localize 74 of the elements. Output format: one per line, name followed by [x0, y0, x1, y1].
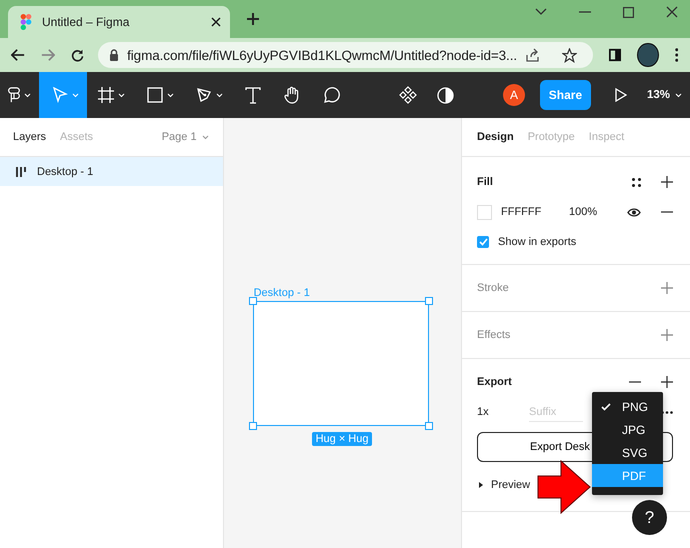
format-label: PDF: [622, 468, 646, 482]
play-icon[interactable]: [614, 88, 627, 102]
format-option[interactable]: SVG: [592, 441, 663, 464]
chevron-down-icon: [202, 134, 209, 140]
layer-name: Desktop - 1: [37, 166, 94, 178]
section-title: Effects: [477, 329, 510, 341]
size-label: Hug × Hug: [312, 432, 372, 446]
chevron-down-icon: [167, 92, 174, 98]
section-title: Export: [477, 376, 512, 388]
reload-icon[interactable]: [71, 48, 84, 62]
section-title: Fill: [477, 176, 493, 188]
profile-avatar[interactable]: [637, 43, 659, 67]
minimize-icon[interactable]: [579, 11, 591, 13]
minus-icon[interactable]: [661, 211, 673, 213]
tab-title: Untitled – Figma: [42, 15, 130, 29]
kebab-menu-icon[interactable]: [674, 47, 678, 63]
user-avatar[interactable]: A: [502, 84, 525, 106]
cursor-icon: [52, 87, 68, 103]
contrast-icon[interactable]: [437, 86, 454, 104]
close-icon[interactable]: [211, 17, 221, 27]
checkbox-label: Show in exports: [498, 236, 576, 248]
minus-icon[interactable]: [629, 381, 641, 383]
maximize-icon[interactable]: [623, 6, 634, 18]
chevron-down-icon[interactable]: [535, 8, 547, 16]
format-option[interactable]: PNG: [592, 395, 663, 418]
format-label: PNG: [622, 400, 648, 414]
star-icon[interactable]: [562, 48, 578, 62]
plus-icon[interactable]: [661, 376, 673, 388]
close-icon[interactable]: [666, 6, 678, 18]
help-button[interactable]: ?: [632, 500, 667, 535]
address-bar[interactable]: figma.com/file/fiWL6yUyPGVIBd1KLQwmcM/Untitled?node-id=3...: [98, 42, 594, 68]
chevron-down-icon: [216, 92, 223, 98]
hex-value[interactable]: FFFFFF: [501, 206, 569, 218]
pen-icon: [196, 87, 212, 103]
panel-tab[interactable]: Design: [477, 131, 514, 143]
logo-icon: [8, 87, 20, 103]
scale-value[interactable]: 1x: [477, 406, 529, 418]
hand-icon: [283, 86, 301, 104]
frame-icon: [98, 87, 114, 103]
chevron-down-icon: [675, 92, 682, 98]
opacity-value[interactable]: 100%: [569, 206, 598, 218]
url-text: figma.com/file/fiWL6yUyPGVIBd1KLQwmcM/Untitled?node-id=3...: [127, 48, 518, 62]
plus-icon[interactable]: [661, 176, 673, 188]
forward-arrow-icon[interactable]: [41, 48, 55, 62]
rectangle-icon: [147, 87, 163, 103]
section-title: Stroke: [477, 282, 509, 294]
text-icon: [245, 86, 261, 104]
styles-icon[interactable]: [632, 178, 641, 186]
checkbox[interactable]: [477, 236, 489, 248]
layer-item[interactable]: Desktop - 1: [0, 157, 223, 186]
triangle-right-icon[interactable]: [479, 482, 483, 488]
chevron-down-icon: [118, 92, 125, 98]
preview-toggle[interactable]: Preview: [491, 479, 530, 491]
frame-label: Desktop - 1: [254, 287, 310, 299]
panel-tab[interactable]: Layers: [13, 131, 46, 143]
color-swatch[interactable]: [477, 204, 492, 220]
back-arrow-icon[interactable]: [11, 48, 25, 62]
chevron-down-icon: [72, 92, 79, 98]
chevron-down-icon: [24, 92, 31, 98]
component-icon[interactable]: [399, 86, 418, 104]
page-dropdown[interactable]: Page 1: [162, 131, 209, 143]
share-icon[interactable]: [525, 48, 540, 62]
arrow-drawing: [537, 460, 591, 514]
plus-icon[interactable]: [246, 12, 260, 26]
sidebar-icon[interactable]: [609, 48, 622, 62]
speech-bubble-icon: [323, 86, 340, 104]
frame-layer-icon: [16, 166, 27, 176]
format-label: SVG: [622, 446, 648, 460]
logo-icon: [20, 14, 32, 30]
eye-icon[interactable]: [627, 208, 641, 216]
browser-tab[interactable]: Untitled – Figma: [8, 6, 230, 38]
zoom-dropdown[interactable]: 13%: [646, 89, 682, 101]
lock-icon: [109, 49, 120, 61]
checkmark-icon: [601, 402, 611, 410]
